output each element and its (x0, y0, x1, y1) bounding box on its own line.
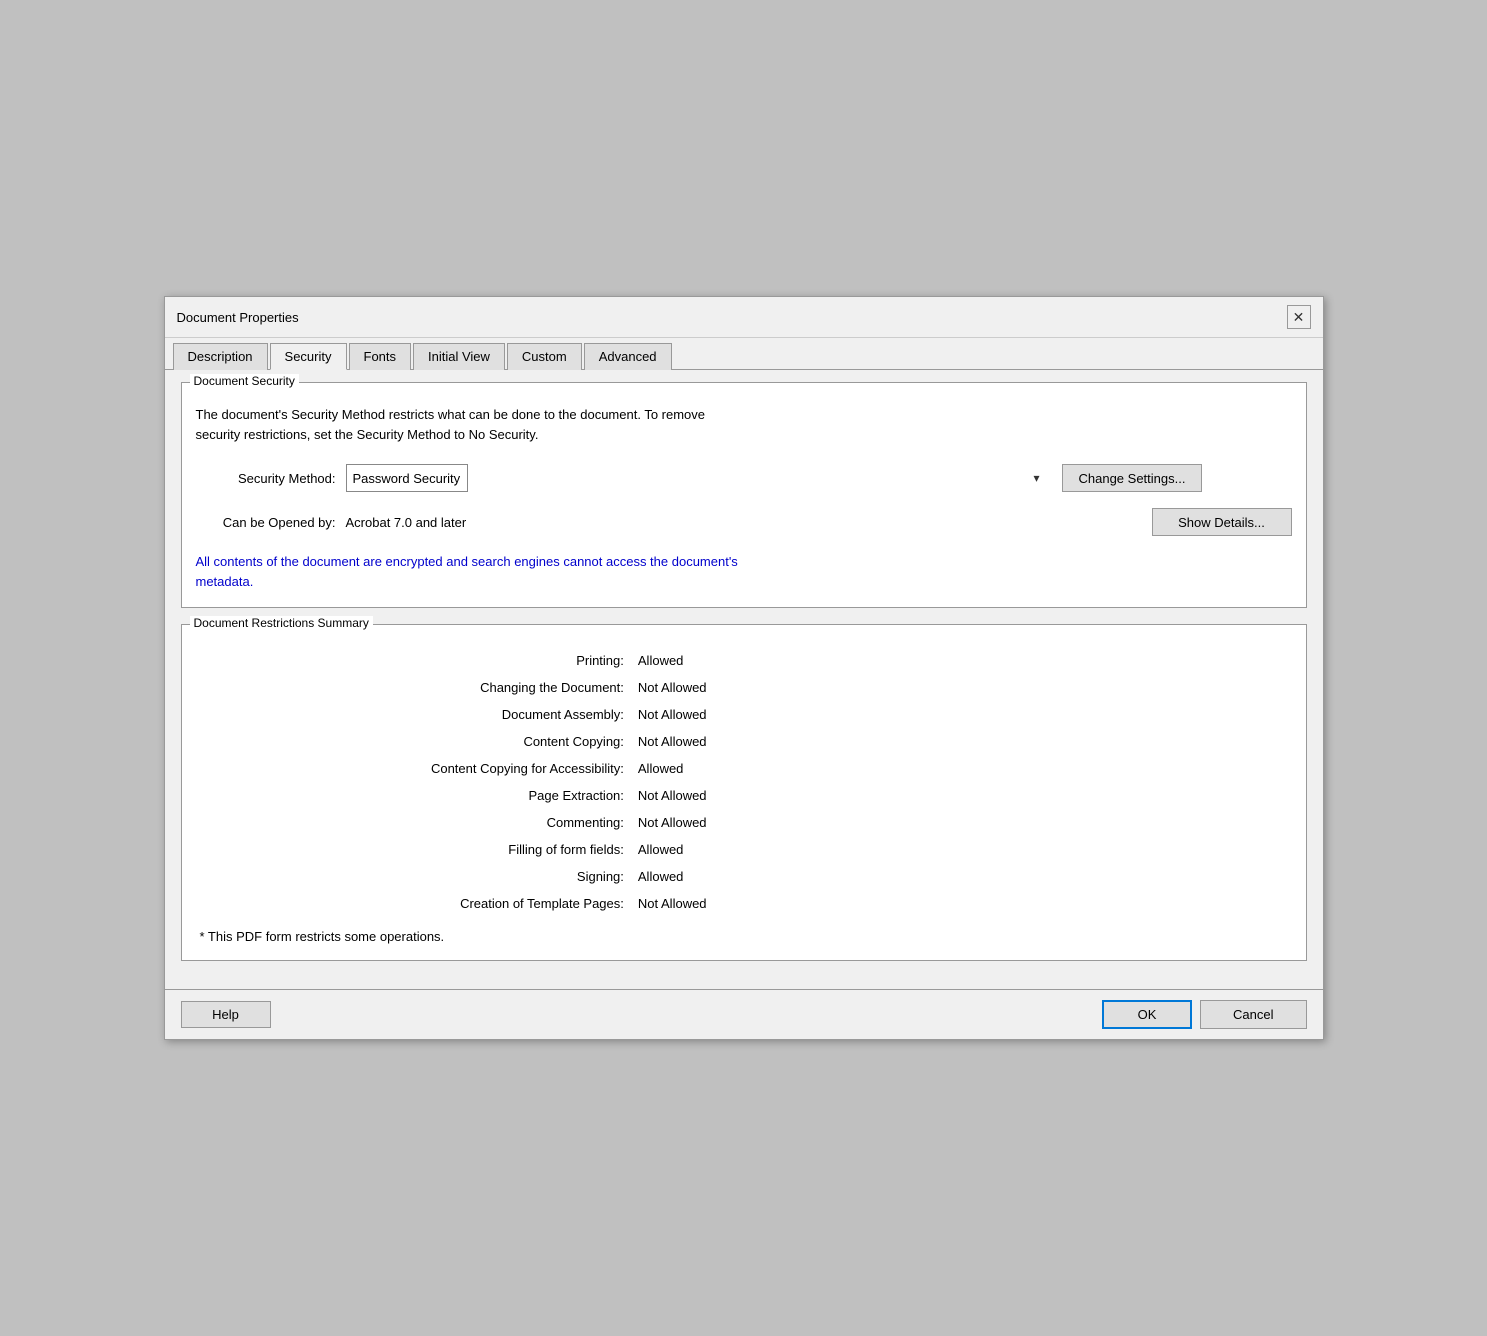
can-be-opened-row: Can be Opened by: Acrobat 7.0 and later … (196, 508, 1292, 536)
restrictions-table: Printing:AllowedChanging the Document:No… (196, 647, 1292, 917)
restriction-value: Allowed (634, 647, 1292, 674)
restriction-label: Content Copying: (196, 728, 634, 755)
change-settings-button[interactable]: Change Settings... (1062, 464, 1203, 492)
can-be-opened-label: Can be Opened by: (196, 515, 336, 530)
restriction-label: Page Extraction: (196, 782, 634, 809)
security-method-row: Security Method: Password Security Chang… (196, 464, 1292, 492)
restriction-value: Not Allowed (634, 728, 1292, 755)
restrictions-summary-section: Document Restrictions Summary Printing:A… (181, 624, 1307, 961)
can-be-opened-value: Acrobat 7.0 and later (346, 515, 1136, 530)
table-row: Document Assembly:Not Allowed (196, 701, 1292, 728)
restriction-value: Allowed (634, 836, 1292, 863)
tab-fonts[interactable]: Fonts (349, 343, 412, 370)
table-row: Page Extraction:Not Allowed (196, 782, 1292, 809)
restriction-value: Not Allowed (634, 701, 1292, 728)
restrictions-footnote: * This PDF form restricts some operation… (196, 929, 1292, 944)
tab-custom[interactable]: Custom (507, 343, 582, 370)
tab-content: Document Security The document's Securit… (165, 370, 1323, 989)
restriction-value: Allowed (634, 863, 1292, 890)
security-method-label: Security Method: (196, 471, 336, 486)
tab-initial-view[interactable]: Initial View (413, 343, 505, 370)
help-button[interactable]: Help (181, 1001, 271, 1028)
cancel-button[interactable]: Cancel (1200, 1000, 1306, 1029)
restriction-value: Not Allowed (634, 809, 1292, 836)
restriction-value: Not Allowed (634, 782, 1292, 809)
restriction-label: Changing the Document: (196, 674, 634, 701)
restriction-label: Document Assembly: (196, 701, 634, 728)
close-button[interactable]: ✕ (1287, 305, 1311, 329)
table-row: Creation of Template Pages:Not Allowed (196, 890, 1292, 917)
footer-right-buttons: OK Cancel (1102, 1000, 1306, 1029)
tab-security[interactable]: Security (270, 343, 347, 370)
dialog-footer: Help OK Cancel (165, 989, 1323, 1039)
security-method-select[interactable]: Password Security (346, 464, 468, 492)
table-row: Changing the Document:Not Allowed (196, 674, 1292, 701)
document-security-section: Document Security The document's Securit… (181, 382, 1307, 608)
table-row: Filling of form fields:Allowed (196, 836, 1292, 863)
show-details-button[interactable]: Show Details... (1152, 508, 1292, 536)
table-row: Printing:Allowed (196, 647, 1292, 674)
security-info-text: All contents of the document are encrypt… (196, 552, 1292, 591)
tab-bar: Description Security Fonts Initial View … (165, 338, 1323, 370)
table-row: Content Copying for Accessibility:Allowe… (196, 755, 1292, 782)
dialog-title: Document Properties (177, 310, 299, 325)
restriction-value: Not Allowed (634, 890, 1292, 917)
restriction-label: Signing: (196, 863, 634, 890)
tab-description[interactable]: Description (173, 343, 268, 370)
document-properties-dialog: Document Properties ✕ Description Securi… (164, 296, 1324, 1040)
restriction-label: Content Copying for Accessibility: (196, 755, 634, 782)
document-security-content: The document's Security Method restricts… (196, 405, 1292, 591)
document-security-title: Document Security (190, 374, 299, 388)
table-row: Commenting:Not Allowed (196, 809, 1292, 836)
restriction-label: Filling of form fields: (196, 836, 634, 863)
restriction-label: Printing: (196, 647, 634, 674)
table-row: Content Copying:Not Allowed (196, 728, 1292, 755)
restriction-value: Not Allowed (634, 674, 1292, 701)
security-description: The document's Security Method restricts… (196, 405, 1292, 444)
restrictions-summary-content: Printing:AllowedChanging the Document:No… (196, 647, 1292, 944)
tab-advanced[interactable]: Advanced (584, 343, 672, 370)
title-bar: Document Properties ✕ (165, 297, 1323, 338)
security-method-select-wrapper: Password Security (346, 464, 1046, 492)
restriction-value: Allowed (634, 755, 1292, 782)
restriction-label: Commenting: (196, 809, 634, 836)
restrictions-summary-title: Document Restrictions Summary (190, 616, 373, 630)
table-row: Signing:Allowed (196, 863, 1292, 890)
ok-button[interactable]: OK (1102, 1000, 1192, 1029)
restriction-label: Creation of Template Pages: (196, 890, 634, 917)
